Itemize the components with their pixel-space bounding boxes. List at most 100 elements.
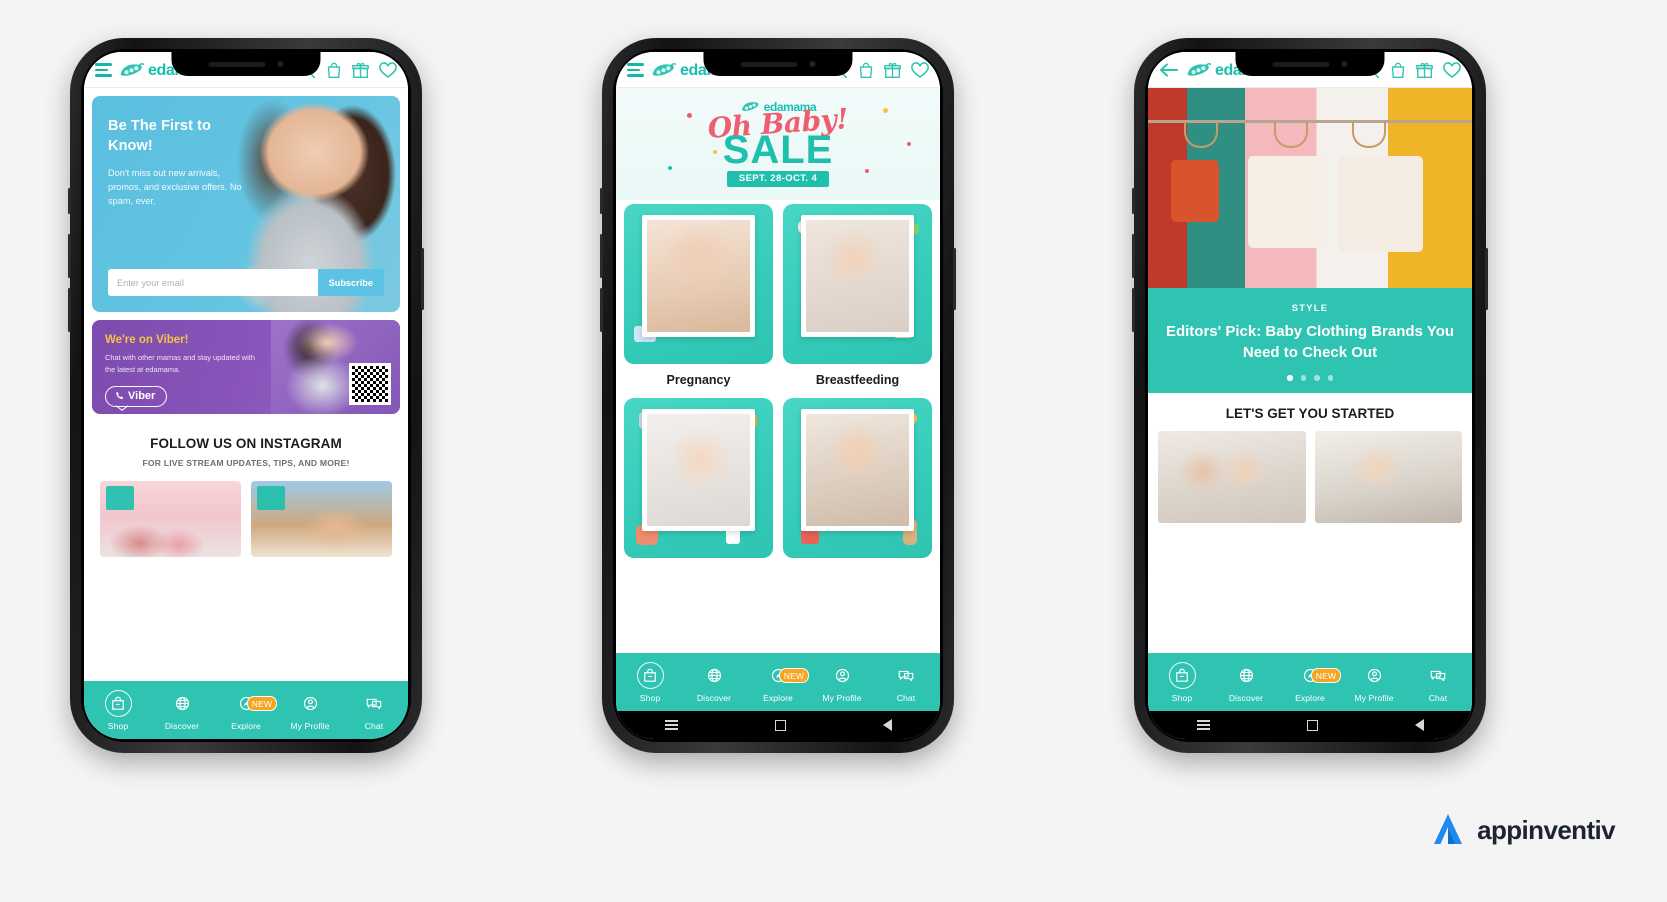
tab-label: Explore: [1295, 693, 1325, 703]
phone-screen-3: edamama®: [1148, 52, 1472, 739]
hamburger-icon[interactable]: [627, 63, 644, 77]
family-tablet-photo[interactable]: [1158, 430, 1306, 523]
hero-body: Don't miss out new arrivals, promos, and…: [108, 168, 242, 206]
category-pregnancy[interactable]: Pregnancy: [624, 203, 773, 398]
carousel-dot[interactable]: [1300, 375, 1306, 381]
android-system-bar[interactable]: [616, 711, 940, 739]
bag-icon[interactable]: [858, 62, 874, 79]
back-icon[interactable]: [882, 719, 892, 731]
screenshot-canvas: edamama®: [0, 0, 1667, 902]
app-content-3[interactable]: STYLE Editors' Pick: Baby Clothing Brand…: [1148, 88, 1472, 653]
tab-my-profile[interactable]: My Profile: [278, 690, 342, 731]
viber-promo-card[interactable]: We're on Viber! Chat with other mamas an…: [92, 320, 400, 414]
tab-explore[interactable]: NEW Explore: [214, 690, 278, 731]
carousel-dots[interactable]: [1164, 375, 1456, 381]
editorial-card[interactable]: STYLE Editors' Pick: Baby Clothing Brand…: [1148, 288, 1472, 393]
tab-chat[interactable]: Chat: [874, 662, 938, 703]
volume-down-button[interactable]: [600, 288, 603, 332]
tab-label: Discover: [164, 721, 200, 731]
sale-badge: [106, 486, 134, 510]
volume-up-button[interactable]: [1132, 234, 1135, 278]
app-content-2[interactable]: edamama Oh Baby! SALE SEPT. 28-OCT. 4 Pr…: [616, 88, 940, 653]
tab-my-profile[interactable]: My Profile: [1342, 662, 1406, 703]
heart-icon[interactable]: [379, 61, 397, 79]
category-toys[interactable]: [783, 397, 932, 578]
chevron-left-icon[interactable]: ‹: [88, 376, 93, 393]
tab-shop[interactable]: Shop: [618, 662, 682, 703]
tab-label: Shop: [1171, 693, 1193, 703]
globe-icon: [169, 690, 196, 717]
volume-down-button[interactable]: [68, 288, 71, 332]
power-button[interactable]: [1485, 248, 1488, 310]
power-button[interactable]: [421, 248, 424, 310]
shop-bag-icon: [1168, 662, 1196, 689]
gift-icon[interactable]: [884, 62, 901, 79]
power-button[interactable]: [953, 248, 956, 310]
viber-body: Chat with other mamas and stay updated w…: [105, 353, 255, 374]
editorial-kicker: STYLE: [1291, 303, 1329, 314]
tab-chat[interactable]: Chat: [342, 690, 406, 731]
bottom-tab-bar-2[interactable]: Shop Discover NEW Explore My Profile Cha…: [616, 653, 940, 711]
tab-discover[interactable]: Discover: [682, 662, 746, 703]
tab-label: Explore: [231, 721, 261, 731]
volume-up-button[interactable]: [68, 234, 71, 278]
back-icon[interactable]: [1414, 719, 1424, 731]
tab-explore[interactable]: NEW Explore: [746, 662, 810, 703]
phone-notch: [1235, 52, 1385, 76]
pregnancy-photo: [646, 220, 751, 332]
bottom-tab-bar-3[interactable]: Shop Discover NEW Explore My Profile Cha…: [1148, 653, 1472, 711]
tab-explore[interactable]: NEW Explore: [1278, 662, 1342, 703]
person-icon: [297, 690, 324, 717]
chat-icon: [893, 662, 920, 689]
heart-icon[interactable]: [911, 61, 929, 79]
edamama-pea-icon: [120, 62, 144, 76]
phone-screen-2: edamama®: [616, 52, 940, 739]
mute-button[interactable]: [1132, 188, 1135, 214]
tab-discover[interactable]: Discover: [1214, 662, 1278, 703]
tab-my-profile[interactable]: My Profile: [810, 662, 874, 703]
bag-icon[interactable]: [1390, 62, 1406, 79]
volume-up-button[interactable]: [600, 234, 603, 278]
heart-icon[interactable]: [1443, 61, 1461, 79]
newsletter-hero-banner: Be The First to Know! Don't miss out new…: [92, 96, 400, 312]
mom-laptop-photo[interactable]: [1314, 430, 1462, 523]
tab-shop[interactable]: Shop: [86, 690, 150, 731]
instagram-post-1[interactable]: [100, 481, 241, 557]
hamburger-icon[interactable]: [95, 63, 112, 77]
back-arrow-icon[interactable]: [1159, 62, 1179, 78]
volume-down-button[interactable]: [1132, 288, 1135, 332]
gift-icon[interactable]: [1416, 62, 1433, 79]
home-icon[interactable]: [774, 719, 786, 731]
category-row-1: Pregnancy Breastfeeding: [624, 203, 932, 398]
carousel-dot[interactable]: [1287, 375, 1293, 381]
new-badge: NEW: [1311, 668, 1341, 683]
viber-button[interactable]: Viber: [105, 385, 168, 407]
sale-banner[interactable]: edamama Oh Baby! SALE SEPT. 28-OCT. 4: [616, 88, 940, 200]
bottom-tab-bar-1[interactable]: Shop Discover NEW Explore My Profile Cha…: [84, 681, 408, 739]
category-label: [783, 558, 932, 578]
carousel-dot[interactable]: [1314, 375, 1320, 381]
recents-icon[interactable]: [1196, 720, 1210, 730]
carousel-dot[interactable]: [1327, 375, 1333, 381]
tab-chat[interactable]: Chat: [1406, 662, 1470, 703]
hanger-icon: [1274, 122, 1309, 148]
category-row-2: [624, 397, 932, 578]
mute-button[interactable]: [68, 188, 71, 214]
app-content-1[interactable]: Be The First to Know! Don't miss out new…: [84, 88, 408, 681]
phone-mockup-1: edamama®: [68, 38, 424, 753]
category-grid: Pregnancy Breastfeeding: [616, 200, 940, 578]
bag-icon[interactable]: [326, 62, 342, 79]
new-badge: NEW: [779, 668, 809, 683]
category-breastfeeding[interactable]: Breastfeeding: [783, 203, 932, 398]
recents-icon[interactable]: [664, 720, 678, 730]
mute-button[interactable]: [600, 188, 603, 214]
tab-shop[interactable]: Shop: [1150, 662, 1214, 703]
tab-discover[interactable]: Discover: [150, 690, 214, 731]
gift-icon[interactable]: [352, 62, 369, 79]
android-system-bar[interactable]: [1148, 711, 1472, 739]
chevron-right-icon[interactable]: ›: [399, 376, 404, 393]
instagram-post-2[interactable]: [251, 481, 392, 557]
home-icon[interactable]: [1306, 719, 1318, 731]
category-baby-gear[interactable]: [624, 397, 773, 578]
instagram-carousel[interactable]: ‹ ›: [88, 376, 404, 557]
